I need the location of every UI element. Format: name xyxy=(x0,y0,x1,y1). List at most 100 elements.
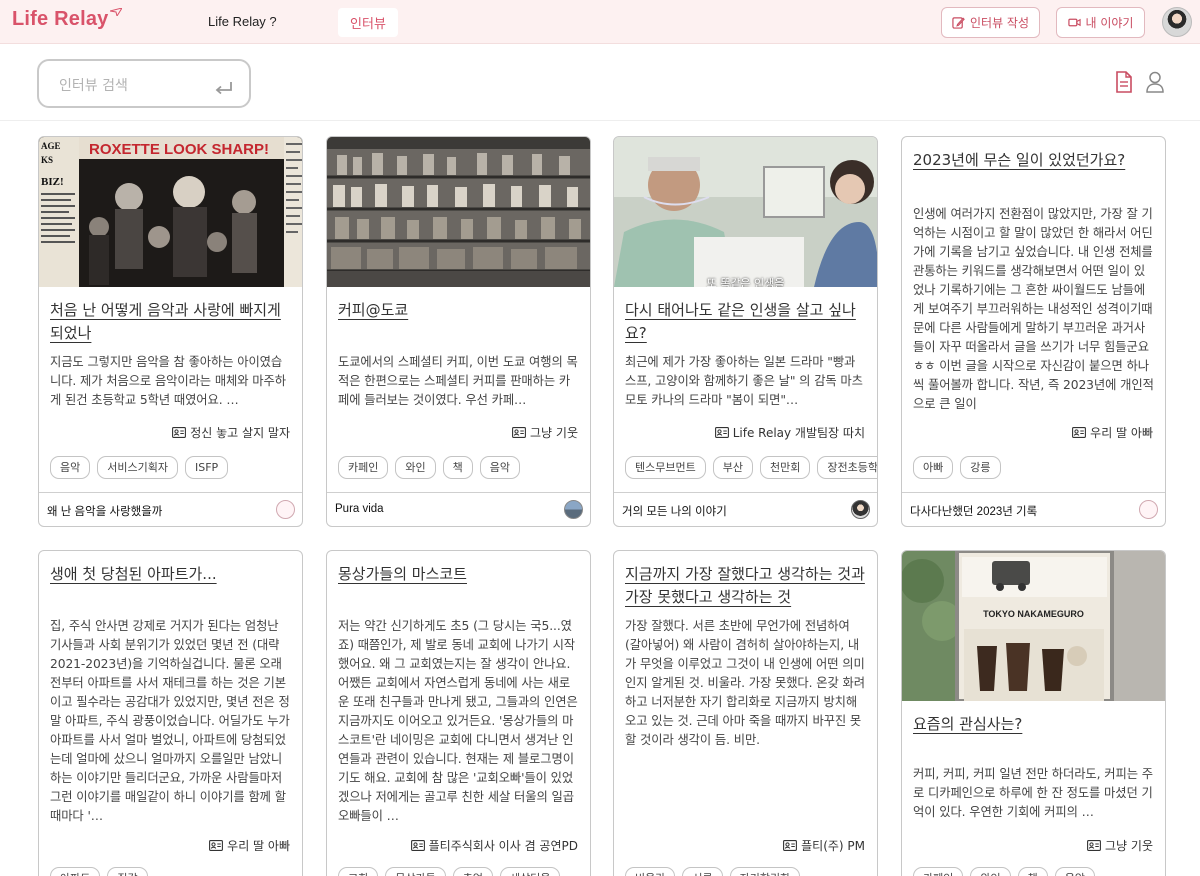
tag[interactable]: 책 xyxy=(442,456,473,479)
drama-scene-image xyxy=(614,137,877,287)
series-avatar xyxy=(851,500,870,519)
search-toolbar: 인터뷰 검색 xyxy=(0,44,1200,121)
card-author: 그냥 기웃 xyxy=(512,424,578,441)
series-title: Pura vida xyxy=(335,503,384,515)
tag-list: 아파트 집값 xyxy=(50,867,148,876)
card-title[interactable]: 지금까지 가장 잘했다고 생각하는 것과 가장 못했다고 생각하는 것 xyxy=(625,563,866,609)
search-placeholder: 인터뷰 검색 xyxy=(59,78,128,94)
tag[interactable]: 부산 xyxy=(712,456,753,479)
tag[interactable]: 서비스기획자 xyxy=(97,456,178,479)
interview-card[interactable]: 2023년에 무슨 일이 있었던가요? 인생에 여러가지 전환점이 많았지만, … xyxy=(901,136,1166,527)
author-name: 플티(주) PM xyxy=(801,839,865,853)
card-title[interactable]: 다시 태어나도 같은 인생을 살고 싶나요? xyxy=(625,299,866,345)
tag[interactable]: 자기합리화 xyxy=(729,867,801,876)
search-input[interactable]: 인터뷰 검색 xyxy=(37,59,251,108)
card-excerpt: 도쿄에서의 스페셜티 커피, 이번 도쿄 여행의 목적은 한편으로는 스페셜티 … xyxy=(338,355,578,407)
nav-interview-tab[interactable]: 인터뷰 xyxy=(338,8,398,37)
tag[interactable]: 음악 xyxy=(50,456,91,479)
card-series-footer[interactable]: 거의 모든 나의 이야기 xyxy=(614,492,877,526)
id-card-icon xyxy=(172,427,187,438)
card-title[interactable]: 2023년에 무슨 일이 있었던가요? xyxy=(913,149,1154,172)
tag[interactable]: 책 xyxy=(1017,867,1048,876)
svg-text:AGE: AGE xyxy=(41,141,61,151)
tag[interactable]: 천만회 xyxy=(759,456,811,479)
interview-card[interactable]: 또 똑같은 인생을 다시 태어나도 같은 인생을 살고 싶나요? 최근에 제가 … xyxy=(613,136,878,527)
document-icon[interactable] xyxy=(1115,71,1133,93)
card-title[interactable]: 생애 첫 당첨된 아파트가... xyxy=(50,563,291,586)
card-title[interactable]: 요즘의 관심사는? xyxy=(913,713,1154,736)
write-interview-button[interactable]: 인터뷰 작성 xyxy=(941,7,1040,38)
tag[interactable]: 세살터울 xyxy=(499,867,561,876)
author-name: 플티주식회사 이사 겸 공연PD xyxy=(428,839,578,853)
card-image: 또 똑같은 인생을 xyxy=(614,137,877,287)
series-title: 왜 난 음악을 사랑했을까 xyxy=(47,506,163,518)
author-name: 그냥 기웃 xyxy=(530,426,578,440)
interview-card[interactable]: 생애 첫 당첨된 아파트가... 집, 주식 안사면 강제로 거지가 된다는 엄… xyxy=(38,550,303,876)
tag[interactable]: 음악 xyxy=(479,456,520,479)
card-title[interactable]: 처음 난 어떻게 음악과 사랑에 빠지게 되었나 xyxy=(50,299,291,345)
svg-text:KS: KS xyxy=(41,155,53,165)
card-image: TOKYO NAKAMEGURO xyxy=(902,551,1165,701)
tag[interactable]: 음악 xyxy=(1054,867,1095,876)
interview-card[interactable]: 커피@도쿄 도쿄에서의 스페셜티 커피, 이번 도쿄 여행의 목적은 한편으로는… xyxy=(326,136,591,527)
interview-card[interactable]: TOKYO NAKAMEGURO 요즘의 관심사는? 커피, 커피, 커피 일년… xyxy=(901,550,1166,876)
svg-text:ROXETTE LOOK SHARP!: ROXETTE LOOK SHARP! xyxy=(89,141,269,158)
card-excerpt: 가장 잘했다. 서른 초반에 무언가에 전념하여 (갈아넣어) 왜 사람이 겸허… xyxy=(625,619,865,747)
image-caption: 또 똑같은 인생을 xyxy=(706,277,785,287)
card-series-footer[interactable]: Pura vida xyxy=(327,492,590,526)
tag[interactable]: 와인 xyxy=(970,867,1011,876)
interview-card[interactable]: 몽상가들의 마스코트 저는 약간 신기하게도 초5 (그 당시는 국5...였죠… xyxy=(326,550,591,876)
card-excerpt: 커피, 커피, 커피 일년 전만 하더라도, 커피는 주로 디카페인으로 하루에… xyxy=(913,767,1153,819)
tag[interactable]: 아파트 xyxy=(50,867,101,876)
video-icon xyxy=(1067,18,1081,27)
tag[interactable]: 와인 xyxy=(395,456,436,479)
enter-icon[interactable] xyxy=(215,81,233,95)
card-excerpt: 집, 주식 안사면 강제로 거지가 된다는 엄청난 기사들과 사회 분위기가 있… xyxy=(50,619,290,823)
id-card-icon xyxy=(714,427,729,438)
write-interview-label: 인터뷰 작성 xyxy=(969,16,1029,30)
interview-card[interactable]: 지금까지 가장 잘했다고 생각하는 것과 가장 못했다고 생각하는 것 가장 잘… xyxy=(613,550,878,876)
person-icon[interactable] xyxy=(1145,71,1165,93)
tag[interactable]: 장전초등학 xyxy=(817,456,877,479)
id-card-icon xyxy=(512,427,526,438)
series-avatar xyxy=(276,500,295,519)
user-avatar[interactable] xyxy=(1162,7,1192,37)
tag-list: 텐스무브먼트 부산 천만회 장전초등학 xyxy=(625,456,877,479)
tag[interactable]: 서른 xyxy=(682,867,723,876)
tag[interactable]: 집값 xyxy=(107,867,148,876)
tag[interactable]: ISFP xyxy=(184,456,229,479)
card-series-footer[interactable]: 왜 난 음악을 사랑했을까 xyxy=(39,492,302,526)
id-card-icon xyxy=(1087,840,1101,851)
tag-list: 아빠 강릉 xyxy=(913,456,1001,479)
card-title[interactable]: 몽상가들의 마스코트 xyxy=(338,563,579,586)
author-name: 그냥 기웃 xyxy=(1105,839,1153,853)
tag[interactable]: 텐스무브먼트 xyxy=(625,456,706,479)
card-author: 플티(주) PM xyxy=(783,837,865,854)
tag[interactable]: 아빠 xyxy=(913,456,954,479)
coffee-shelf-image xyxy=(327,137,590,287)
series-avatar xyxy=(564,500,583,519)
card-title[interactable]: 커피@도쿄 xyxy=(338,299,579,322)
my-story-button[interactable]: 내 이야기 xyxy=(1056,7,1145,38)
top-navigation-bar: Life Relay Life Relay ? 인터뷰 인터뷰 작성 내 이야기 xyxy=(0,0,1200,44)
card-series-footer[interactable]: 다사다난했던 2023년 기록 xyxy=(902,492,1165,526)
interview-card[interactable]: AGE KS BIZ! ROXETTE LOOK SHARP! 처음 난 어떻게… xyxy=(38,136,303,527)
my-story-label: 내 이야기 xyxy=(1085,16,1134,30)
tag[interactable]: 추억 xyxy=(452,867,493,876)
tag-list: 음악 서비스기획자 ISFP xyxy=(50,456,229,479)
author-name: 우리 딸 아빠 xyxy=(1090,426,1153,440)
tag[interactable]: 몽상가들 xyxy=(385,867,446,876)
tag[interactable]: 교회 xyxy=(338,867,379,876)
tag[interactable]: 강릉 xyxy=(960,456,1001,479)
coffee-sign-image xyxy=(902,551,1165,701)
tag[interactable]: 비울라 xyxy=(625,867,676,876)
concert-poster-image: AGE KS BIZ! ROXETTE LOOK SHARP! xyxy=(39,137,302,287)
nav-about-link[interactable]: Life Relay ? xyxy=(208,14,277,29)
id-card-icon xyxy=(209,840,224,851)
card-excerpt: 인생에 여러가지 전환점이 많았지만, 가장 잘 기억하는 시점이고 할 말이 … xyxy=(913,207,1154,411)
paper-plane-icon xyxy=(110,8,122,16)
tag[interactable]: 카페인 xyxy=(338,456,389,479)
tag[interactable]: 카페인 xyxy=(913,867,964,876)
series-title: 다사다난했던 2023년 기록 xyxy=(910,506,1038,518)
logo[interactable]: Life Relay xyxy=(12,8,108,31)
